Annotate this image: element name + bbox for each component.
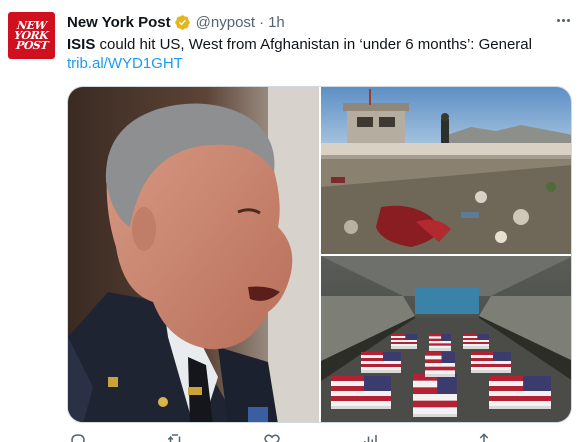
flag-draped-coffin <box>391 334 417 349</box>
tweet-header: New York Post @nypost · 1h <box>67 12 285 32</box>
retweet-icon[interactable] <box>166 432 184 442</box>
timestamp[interactable]: 1h <box>268 14 285 31</box>
avatar[interactable]: NEW YORK POST <box>8 12 55 59</box>
views-icon[interactable] <box>361 432 379 442</box>
avatar-logo-line-3: POST <box>14 38 49 52</box>
flag-draped-coffin <box>331 376 391 409</box>
general-speaking-photo[interactable] <box>68 87 319 422</box>
share-icon[interactable] <box>475 432 493 442</box>
tweet[interactable]: NEW YORK POST New York Post @nypost · 1h… <box>0 0 582 442</box>
flag-draped-coffin <box>429 334 451 351</box>
flag-draped-coffin <box>463 334 489 349</box>
flag-draped-coffin <box>425 352 455 377</box>
author-handle[interactable]: @nypost <box>196 14 255 31</box>
flag-draped-coffin <box>413 374 457 417</box>
media-grid <box>67 86 572 423</box>
separator: · <box>259 13 265 31</box>
tweet-text: ISIS could hit US, West from Afghanistan… <box>67 35 572 54</box>
flag-draped-coffin <box>489 376 551 409</box>
action-bar <box>67 432 497 442</box>
reply-icon[interactable] <box>69 432 87 442</box>
tweet-link[interactable]: trib.al/WYD1GHT <box>67 54 183 73</box>
airport-wall-debris-photo[interactable] <box>321 87 571 254</box>
flag-draped-coffins-aircraft-photo[interactable] <box>321 256 571 422</box>
more-options-icon[interactable] <box>552 10 574 30</box>
author-name[interactable]: New York Post <box>67 14 171 31</box>
tweet-text-bold: ISIS <box>67 36 96 53</box>
flag-draped-coffin <box>361 352 401 373</box>
verified-badge-icon[interactable] <box>174 14 191 31</box>
tweet-text-rest: could hit US, West from Afghanistan in ‘… <box>95 36 532 53</box>
like-icon[interactable] <box>263 432 281 442</box>
flag-draped-coffin <box>471 352 511 373</box>
